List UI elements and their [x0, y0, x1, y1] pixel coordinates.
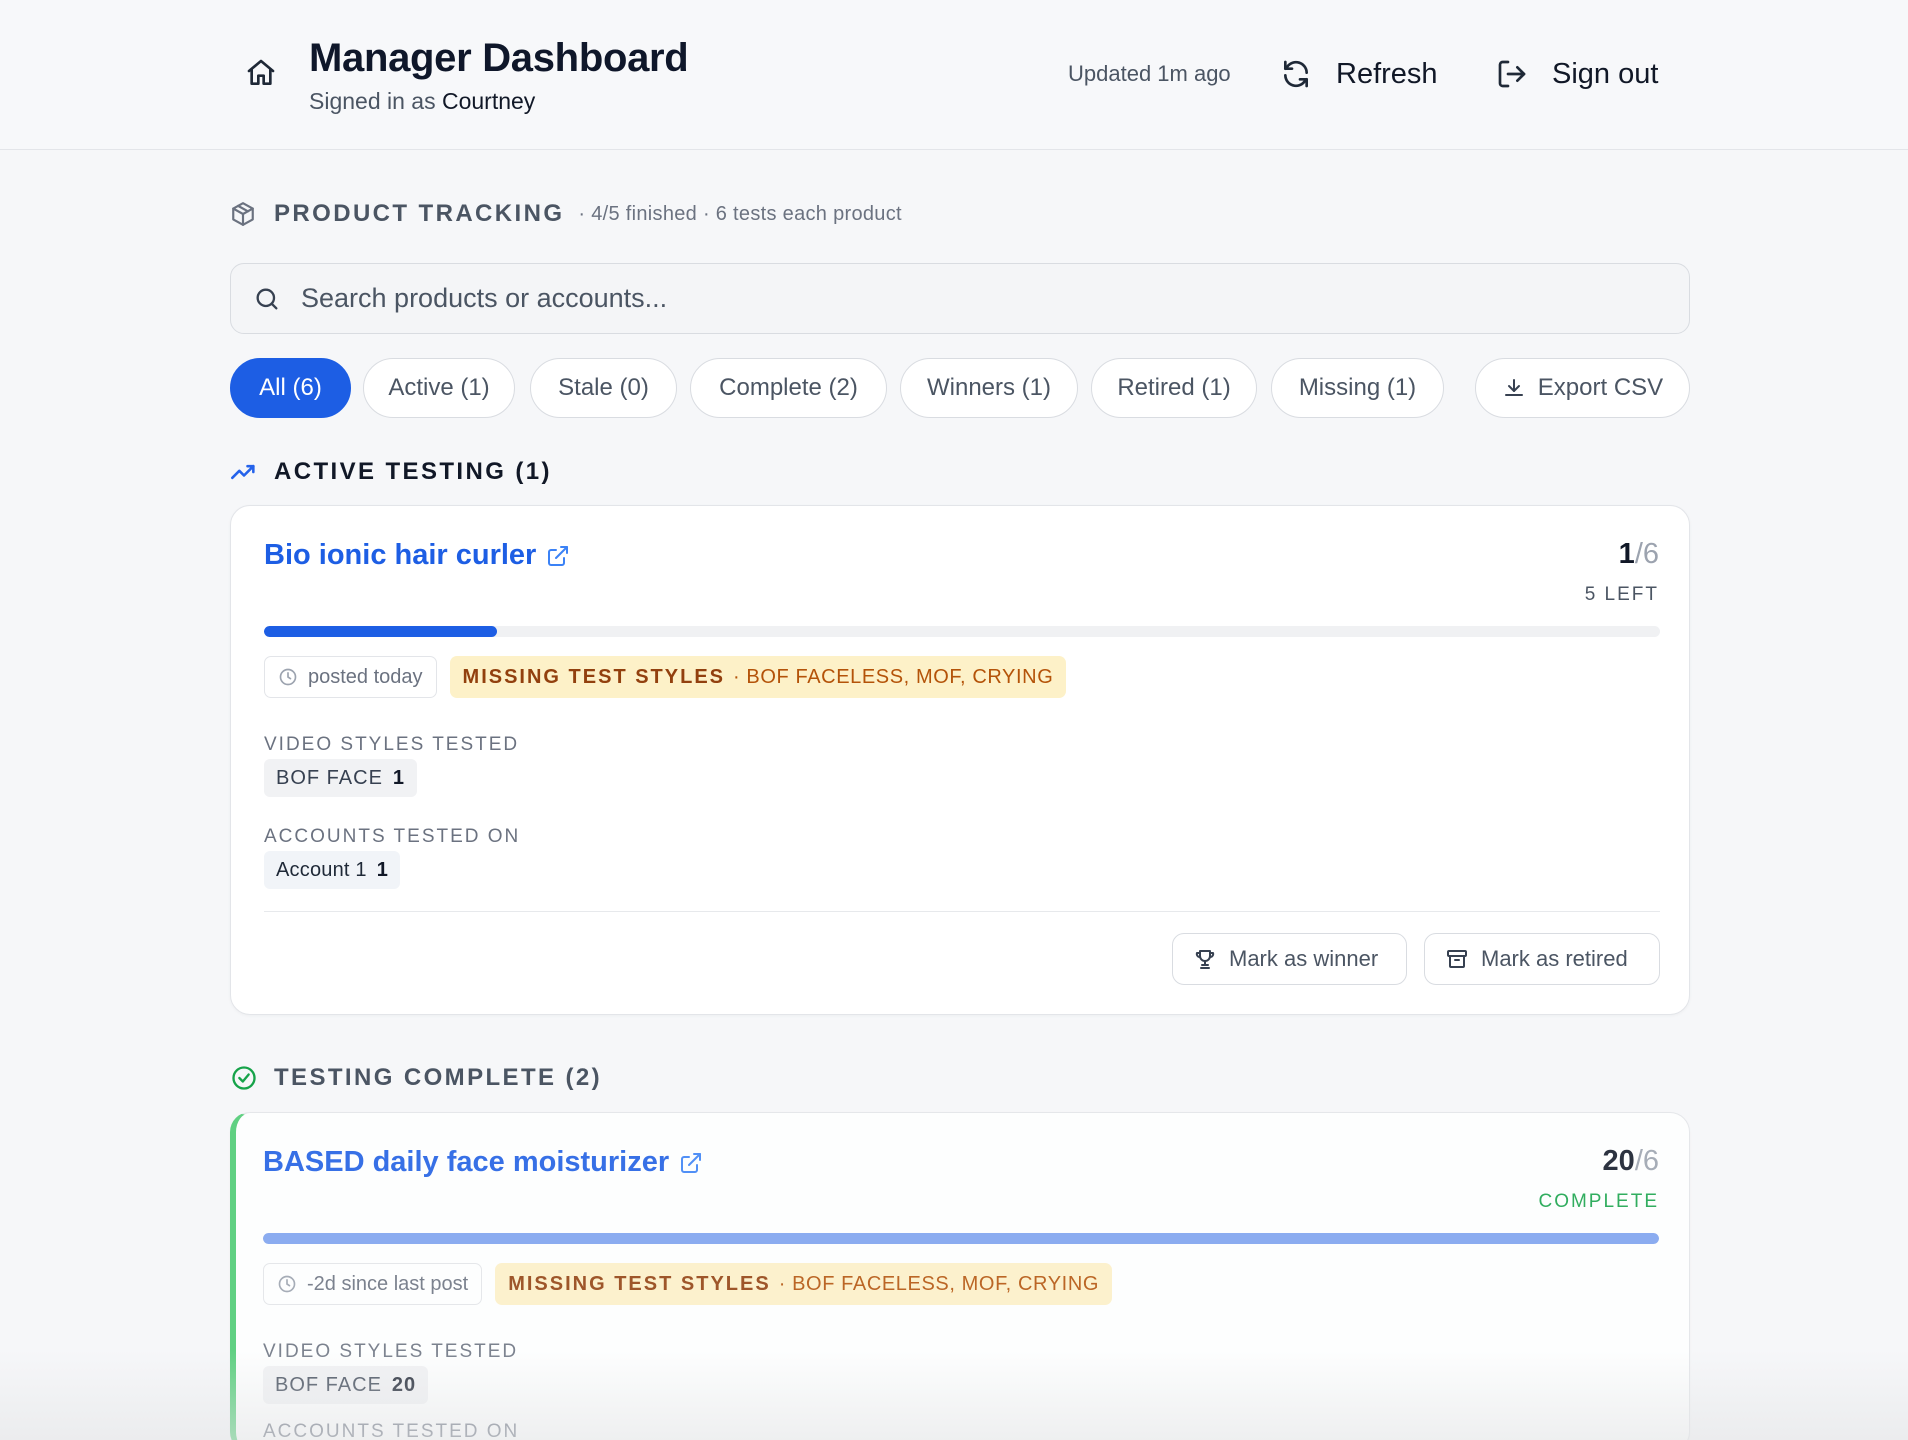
missing-styles-list: · BOF FACELESS, MOF, CRYING [778, 1272, 1100, 1295]
complete-status-label: COMPLETE [1538, 1191, 1659, 1212]
filter-complete[interactable]: Complete (2) [690, 358, 887, 418]
external-link-icon [548, 545, 569, 566]
product-card: Bio ionic hair curler 1/6 5 LEFT posted … [230, 505, 1690, 1015]
filter-missing[interactable]: Missing (1) [1271, 358, 1444, 418]
video-style-tag: BOF FACE 1 [264, 759, 418, 797]
filter-winners[interactable]: Winners (1) [900, 358, 1078, 418]
test-count-done: 1 [1618, 538, 1635, 570]
export-csv-label: Export CSV [1537, 374, 1664, 401]
video-style-name: BOF FACE [276, 766, 383, 789]
trending-up-icon [231, 464, 255, 480]
product-tracking-meta: · 4/5 finished · 6 tests each product [578, 202, 902, 225]
video-style-count: 20 [391, 1373, 417, 1396]
test-count-total: /6 [1634, 1145, 1659, 1177]
check-circle-icon [232, 1066, 256, 1090]
video-styles-label: VIDEO STYLES TESTED [263, 1341, 519, 1362]
product-tracking-header: PRODUCT TRACKING · 4/5 finished · 6 test… [230, 200, 902, 228]
account-name: Account 1 [276, 858, 367, 881]
missing-styles-label: MISSING TEST STYLES [462, 665, 726, 688]
last-post-chip: -2d since last post [263, 1263, 483, 1305]
top-header: Manager Dashboard Signed in as Courtney … [0, 0, 1908, 150]
video-style-name: BOF FACE [275, 1373, 382, 1396]
mark-retired-button[interactable]: Mark as retired [1424, 933, 1660, 985]
product-tracking-title: PRODUCT TRACKING [274, 200, 565, 227]
status-chips: -2d since last post MISSING TEST STYLES … [263, 1263, 1113, 1305]
progress-bar [263, 1233, 1659, 1244]
video-style-count: 1 [392, 766, 406, 789]
card-divider [264, 911, 1660, 912]
test-count: 20/6 [1603, 1145, 1659, 1178]
mark-winner-button[interactable]: Mark as winner [1172, 933, 1407, 985]
test-count-total: /6 [1634, 538, 1659, 570]
posted-chip: posted today [264, 656, 437, 698]
logout-icon [1498, 60, 1526, 88]
active-testing-header: ACTIVE TESTING (1) [230, 458, 552, 486]
posted-text: posted today [308, 665, 423, 688]
video-styles-label: VIDEO STYLES TESTED [264, 734, 520, 755]
accounts-label: ACCOUNTS TESTED ON [264, 826, 521, 847]
user-name: Courtney [441, 88, 536, 114]
product-name: Bio ionic hair curler [264, 539, 537, 571]
account-count: 1 [376, 858, 389, 881]
package-icon [232, 202, 254, 226]
refresh-label: Refresh [1336, 57, 1438, 90]
last-post-text: -2d since last post [307, 1272, 469, 1295]
filter-bar: All (6) Active (1) Stale (0) Complete (2… [230, 358, 1690, 418]
mark-winner-label: Mark as winner [1229, 946, 1379, 971]
progress-fill [264, 626, 497, 637]
tests-left-label: 5 LEFT [1584, 584, 1659, 605]
status-chips: posted today MISSING TEST STYLES · BOF F… [264, 656, 1067, 698]
account-tag: Account 1 1 [264, 851, 401, 889]
search-icon [256, 288, 278, 309]
home-icon[interactable] [245, 57, 277, 89]
filter-stale[interactable]: Stale (0) [530, 358, 677, 418]
mark-retired-label: Mark as retired [1481, 946, 1628, 971]
refresh-button[interactable]: Refresh [1280, 52, 1438, 96]
missing-styles-label: MISSING TEST STYLES [508, 1272, 771, 1295]
filter-all[interactable]: All (6) [230, 358, 351, 418]
active-testing-title: ACTIVE TESTING (1) [274, 458, 552, 485]
product-name: BASED daily face moisturizer [263, 1146, 670, 1178]
missing-styles-list: · BOF FACELESS, MOF, CRYING [733, 665, 1054, 688]
clock-icon [278, 1275, 296, 1293]
missing-styles-badge: MISSING TEST STYLES · BOF FACELESS, MOF,… [449, 656, 1067, 698]
signed-in-prefix: Signed in as [309, 88, 436, 114]
product-link[interactable]: BASED daily face moisturizer [263, 1146, 703, 1179]
signed-in-text: Signed in as Courtney [309, 88, 535, 115]
video-style-tag: BOF FACE 20 [263, 1366, 429, 1404]
progress-bar [264, 626, 1660, 637]
missing-styles-badge: MISSING TEST STYLES · BOF FACELESS, MOF,… [495, 1263, 1113, 1305]
external-link-icon [681, 1152, 702, 1173]
sign-out-button[interactable]: Sign out [1496, 52, 1658, 96]
test-count-done: 20 [1602, 1145, 1635, 1177]
archive-icon [1447, 950, 1467, 968]
product-link[interactable]: Bio ionic hair curler [264, 539, 570, 572]
testing-complete-title: TESTING COMPLETE (2) [274, 1064, 603, 1091]
updated-timestamp: Updated 1m ago [1068, 61, 1231, 86]
search-input[interactable] [301, 283, 1601, 314]
filter-retired[interactable]: Retired (1) [1091, 358, 1257, 418]
filter-active[interactable]: Active (1) [363, 358, 515, 418]
download-icon [1504, 379, 1523, 396]
product-card: BASED daily face moisturizer 20/6 COMPLE… [230, 1112, 1690, 1440]
testing-complete-header: TESTING COMPLETE (2) [230, 1064, 602, 1092]
page-title: Manager Dashboard [309, 36, 689, 80]
accounts-label: ACCOUNTS TESTED ON [263, 1421, 520, 1440]
trophy-icon [1195, 950, 1215, 969]
test-count: 1/6 [1619, 538, 1659, 571]
clock-icon [279, 668, 297, 686]
progress-fill [263, 1233, 1659, 1244]
sign-out-label: Sign out [1552, 57, 1659, 90]
search-bar [230, 263, 1690, 334]
export-csv-button[interactable]: Export CSV [1475, 358, 1690, 418]
refresh-icon [1284, 60, 1308, 88]
